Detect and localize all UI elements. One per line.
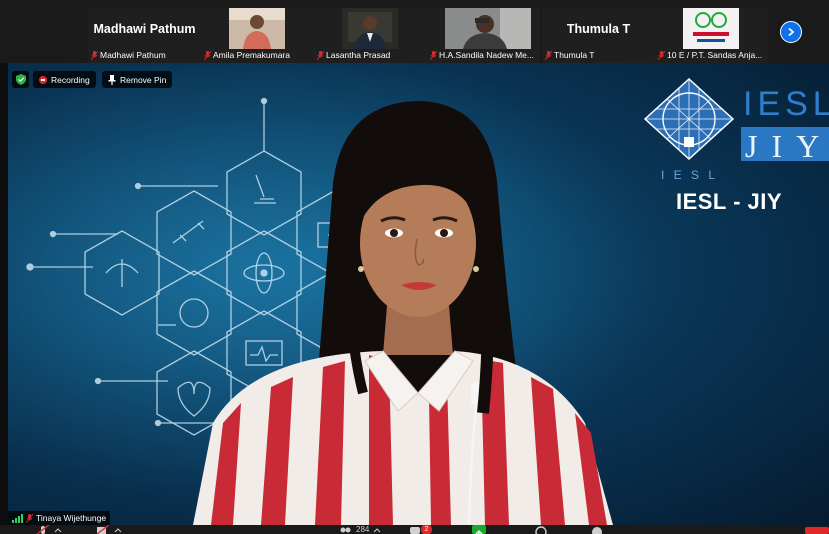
chevron-up-icon[interactable] [114, 525, 122, 534]
participant-name-label: Thumula T [545, 49, 653, 61]
participants-count: 284 [356, 525, 370, 534]
participant-name-label: Lasantha Prasad [317, 49, 425, 61]
active-speaker-label: Tinaya Wijethunge [8, 511, 111, 525]
participant-tile-1[interactable]: Madhawi Pathum Madhawi Pathum [88, 8, 201, 63]
participant-tile-2[interactable]: Amila Premakumara [201, 8, 314, 63]
pin-icon [108, 74, 116, 85]
mic-muted-icon [545, 50, 552, 60]
shield-check-icon [15, 74, 26, 85]
record-icon [535, 526, 547, 534]
participant-name-text: Madhawi Pathum [100, 50, 166, 60]
recording-label: Recording [51, 74, 90, 85]
participant-video-thumbnail [229, 8, 285, 49]
logo-text-jiy: JIY [745, 128, 829, 164]
presenter-video [193, 101, 613, 525]
mic-muted-icon [26, 513, 33, 523]
iesl-logo: IESL JIY I E S L [643, 77, 829, 182]
meeting-window: Madhawi Pathum Madhawi Pathum Amila Prem… [0, 0, 829, 534]
participant-name-text: 10 E / P.T. Sandas Anja... [667, 50, 763, 60]
start-video-button[interactable] [96, 525, 122, 534]
leave-button[interactable] [805, 527, 829, 534]
chevron-up-icon[interactable] [54, 525, 62, 534]
logo-text-iesl: IESL [743, 85, 829, 123]
participant-name-text: Amila Premakumara [213, 50, 290, 60]
participant-video-thumbnail [342, 8, 398, 49]
unmute-button[interactable] [36, 525, 62, 534]
signal-strength-icon [12, 513, 23, 523]
participant-tile-6[interactable]: 10 E / P.T. Sandas Anja... [655, 8, 768, 63]
recording-indicator[interactable]: Recording [33, 71, 96, 88]
reactions-icon [592, 527, 602, 534]
participant-name-label: 10 E / P.T. Sandas Anja... [658, 49, 766, 61]
chat-unread-badge: 2 [421, 525, 432, 534]
participant-avatar-logo [683, 8, 739, 49]
participant-name-text: Thumula T [554, 50, 595, 60]
share-screen-button[interactable] [472, 525, 486, 534]
chevron-up-icon[interactable] [373, 525, 381, 534]
logo-caption: IESL - JIY [675, 189, 783, 214]
meeting-toolbar: 284 2 [0, 525, 829, 534]
remove-pin-label: Remove Pin [120, 74, 167, 85]
remove-pin-button[interactable]: Remove Pin [102, 71, 173, 88]
participant-name-text: Lasantha Prasad [326, 50, 391, 60]
mic-muted-icon [36, 525, 50, 534]
participant-video-thumbnail [445, 8, 531, 49]
reactions-button[interactable] [590, 525, 604, 534]
participant-name-label: Madhawi Pathum [91, 49, 199, 61]
participant-tile-4[interactable]: H.A.Sandila Nadew Me... [427, 8, 540, 63]
participant-display-name: Madhawi Pathum [93, 22, 196, 36]
mic-muted-icon [91, 50, 98, 60]
participants-button[interactable]: 284 [338, 525, 381, 534]
record-button[interactable] [534, 525, 548, 534]
participant-name-label: Amila Premakumara [204, 49, 312, 61]
mic-muted-icon [658, 50, 665, 60]
pinned-video[interactable]: Recording Remove Pin IESL JIY I E S L IE… [8, 63, 829, 525]
participant-tile-3[interactable]: Lasantha Prasad [314, 8, 427, 63]
share-screen-icon [475, 530, 483, 534]
participant-tile-5[interactable]: Thumula T Thumula T [542, 8, 655, 63]
chat-button[interactable] [408, 525, 422, 534]
participant-name-text: H.A.Sandila Nadew Me... [439, 50, 534, 60]
mic-muted-icon [317, 50, 324, 60]
participant-display-name: Thumula T [566, 22, 631, 36]
mic-muted-icon [204, 50, 211, 60]
encryption-shield-button[interactable] [12, 71, 29, 88]
participant-strip: Madhawi Pathum Madhawi Pathum Amila Prem… [0, 0, 829, 63]
speaker-name: Tinaya Wijethunge [36, 513, 107, 523]
participants-icon [340, 527, 351, 533]
mic-muted-icon [430, 50, 437, 60]
next-participants-button[interactable] [780, 21, 802, 43]
chevron-right-icon [788, 27, 795, 37]
participant-name-label: H.A.Sandila Nadew Me... [430, 49, 538, 61]
video-off-icon [96, 525, 110, 534]
logo-text-under: I E S L [661, 168, 718, 182]
chat-icon [410, 527, 420, 534]
recording-icon [39, 75, 47, 84]
